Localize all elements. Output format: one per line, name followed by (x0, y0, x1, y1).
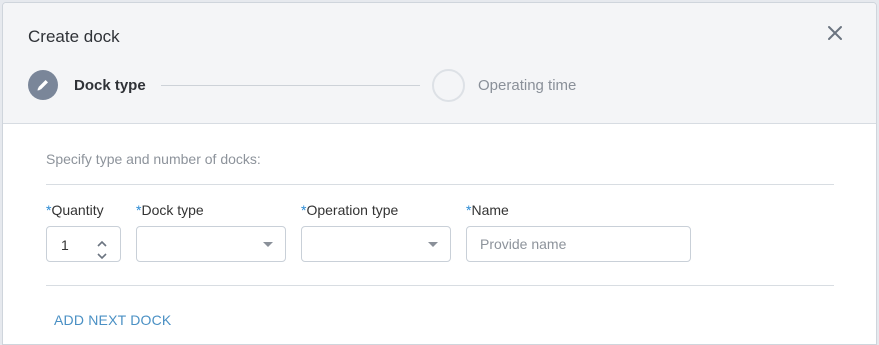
chevron-up-icon[interactable] (97, 235, 107, 247)
step-2-indicator (432, 69, 465, 102)
operation-type-select[interactable] (301, 226, 451, 262)
dialog-title: Create dock (28, 27, 120, 46)
close-icon[interactable] (826, 24, 844, 42)
step-1-indicator (28, 70, 58, 100)
dock-type-label-text: Dock type (141, 202, 204, 218)
name-field[interactable] (466, 226, 691, 262)
name-label-text: Name (471, 202, 509, 218)
name-input[interactable] (467, 227, 680, 261)
step-connector (161, 85, 420, 86)
quantity-label: *Quantity (46, 202, 104, 218)
caret-down-icon[interactable] (428, 242, 438, 247)
create-dock-dialog: Create dock Dock type Operating time Spe… (2, 2, 877, 345)
chevron-down-icon[interactable] (97, 247, 107, 260)
caret-down-icon[interactable] (263, 242, 273, 247)
quantity-label-text: Quantity (51, 202, 104, 218)
name-label: *Name (466, 202, 509, 218)
operation-type-label-text: Operation type (306, 202, 399, 218)
pencil-icon (37, 80, 48, 91)
dialog-header: Create dock Dock type Operating time (3, 3, 876, 124)
step-1-label: Dock type (74, 77, 146, 94)
quantity-stepper[interactable]: 1 (46, 226, 121, 262)
operation-type-label: *Operation type (301, 202, 398, 218)
dock-type-select[interactable] (136, 226, 286, 262)
form-instruction: Specify type and number of docks: (46, 151, 261, 167)
divider (46, 184, 834, 185)
dock-type-label: *Dock type (136, 202, 204, 218)
step-2-label: Operating time (478, 77, 577, 94)
add-next-dock-button[interactable]: ADD NEXT DOCK (54, 312, 171, 328)
divider (46, 285, 834, 286)
quantity-value[interactable]: 1 (61, 237, 69, 253)
